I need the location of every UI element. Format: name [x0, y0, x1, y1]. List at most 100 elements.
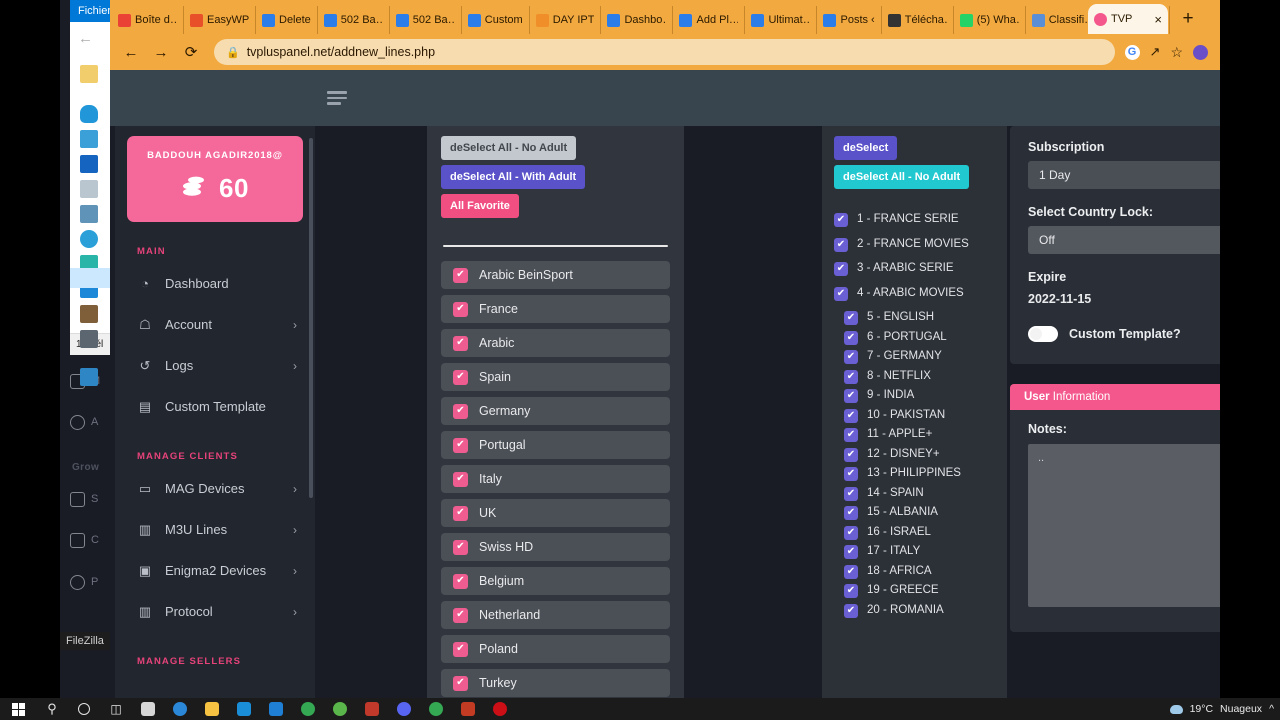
bouquets-button[interactable]: deSelect — [834, 136, 898, 160]
category-checkbox[interactable]: ✔ — [453, 369, 468, 385]
category-row[interactable]: ✔ France — [441, 295, 670, 323]
category-checkbox[interactable]: ✔ — [453, 641, 468, 657]
categories-button[interactable]: All Favorite — [441, 194, 519, 218]
music-icon[interactable] — [80, 230, 98, 248]
bouquet-row[interactable]: ✔ 15 - ALBANIA — [834, 505, 995, 521]
network-icon[interactable] — [80, 368, 98, 386]
documents-icon[interactable] — [80, 180, 98, 198]
bouquet-row[interactable]: ✔ 18 - AFRICA — [834, 564, 995, 580]
category-row[interactable]: ✔ Arabic — [441, 329, 670, 357]
bouquet-checkbox[interactable]: ✔ — [844, 506, 858, 521]
bouquet-row[interactable]: ✔ 7 - GERMANY — [834, 349, 995, 365]
windows-start-icon[interactable] — [0, 702, 36, 716]
bouquet-checkbox[interactable]: ✔ — [844, 330, 858, 345]
category-checkbox[interactable]: ✔ — [453, 403, 468, 419]
sidebar-item-dashboard[interactable]: ◔ Dashboard — [115, 263, 315, 304]
bouquet-row[interactable]: ✔ 13 - PHILIPPINES — [834, 466, 995, 482]
bouquet-checkbox[interactable]: ✔ — [844, 525, 858, 540]
bouquet-row[interactable]: ✔ 19 - GREECE — [834, 583, 995, 599]
bouquet-row[interactable]: ✔ 2 - FRANCE MOVIES — [834, 237, 995, 253]
category-row[interactable]: ✔ Belgium — [441, 567, 670, 595]
bouquet-checkbox[interactable]: ✔ — [844, 389, 858, 404]
bouquet-checkbox[interactable]: ✔ — [834, 262, 848, 277]
sidebar-item-mag-devices[interactable]: ▭ MAG Devices › — [115, 468, 315, 509]
local-disk-icon[interactable] — [80, 330, 98, 348]
custom-template-row[interactable]: Custom Template? — [1028, 326, 1220, 342]
new-tab-button[interactable]: + — [1178, 9, 1198, 29]
bouquet-row[interactable]: ✔ 3 - ARABIC SERIE — [834, 261, 995, 277]
taskbar-app[interactable] — [164, 698, 196, 720]
bookmark-item[interactable]: Add Pl… — [673, 6, 746, 34]
bouquet-row[interactable]: ✔ 11 - APPLE+ — [834, 427, 995, 443]
category-row[interactable]: ✔ Turkey — [441, 669, 670, 697]
taskbar-app[interactable] — [292, 698, 324, 720]
category-row[interactable]: ✔ Netherland — [441, 601, 670, 629]
bouquet-checkbox[interactable]: ✔ — [844, 311, 858, 326]
sidebar-item-enigma2-devices[interactable]: ▣ Enigma2 Devices › — [115, 550, 315, 591]
category-row[interactable]: ✔ UK — [441, 499, 670, 527]
this-pc-icon[interactable] — [80, 130, 98, 148]
bookmark-item[interactable]: 502 Ba… — [318, 6, 390, 34]
images-icon[interactable] — [80, 205, 98, 223]
category-checkbox[interactable]: ✔ — [453, 607, 468, 623]
sidebar-item-protocol[interactable]: ▥ Protocol › — [115, 591, 315, 632]
reload-icon[interactable]: ⟳ — [178, 39, 204, 65]
bouquet-checkbox[interactable]: ✔ — [844, 584, 858, 599]
close-icon[interactable]: × — [1154, 12, 1162, 27]
bouquet-checkbox[interactable]: ✔ — [844, 603, 858, 618]
custom-template-toggle[interactable] — [1028, 326, 1058, 342]
taskbar-app[interactable] — [452, 698, 484, 720]
back-arrow-icon[interactable]: ← — [118, 39, 144, 65]
videos-icon[interactable] — [80, 305, 98, 323]
bouquet-row[interactable]: ✔ 4 - ARABIC MOVIES — [834, 286, 995, 302]
bouquet-checkbox[interactable]: ✔ — [834, 213, 848, 227]
category-row[interactable]: ✔ Portugal — [441, 431, 670, 459]
profile-icon[interactable] — [1193, 44, 1208, 60]
taskbar-app[interactable] — [228, 698, 260, 720]
folder-icon[interactable] — [80, 65, 98, 83]
category-checkbox[interactable]: ✔ — [453, 471, 468, 487]
bookmark-item[interactable]: Delete — [256, 6, 318, 34]
category-row[interactable]: ✔ Arabic BeinSport — [441, 261, 670, 289]
bouquet-row[interactable]: ✔ 1 - FRANCE SERIE — [834, 212, 995, 228]
bookmark-item[interactable]: 502 Ba… — [390, 6, 462, 34]
taskbar-app[interactable] — [484, 698, 516, 720]
star-icon[interactable]: ☆ — [1170, 44, 1183, 61]
category-row[interactable]: ✔ Poland — [441, 635, 670, 663]
bookmark-item[interactable]: Télécha… — [882, 6, 954, 34]
bouquet-row[interactable]: ✔ 14 - SPAIN — [834, 486, 995, 502]
bouquet-checkbox[interactable]: ✔ — [844, 369, 858, 384]
bouquet-checkbox[interactable]: ✔ — [844, 564, 858, 579]
bouquet-row[interactable]: ✔ 5 - ENGLISH — [834, 310, 995, 326]
cortana-icon[interactable] — [68, 698, 100, 720]
taskbar-app[interactable] — [356, 698, 388, 720]
bouquet-row[interactable]: ✔ 9 - INDIA — [834, 388, 995, 404]
bouquet-row[interactable]: ✔ 6 - PORTUGAL — [834, 330, 995, 346]
notes-textarea[interactable] — [1028, 444, 1220, 607]
desktop-icon[interactable] — [80, 155, 98, 173]
bouquet-checkbox[interactable]: ✔ — [844, 408, 858, 423]
bouquet-checkbox[interactable]: ✔ — [834, 286, 848, 301]
bouquets-button[interactable]: deSelect All - No Adult — [834, 165, 970, 189]
bouquet-row[interactable]: ✔ 16 - ISRAEL — [834, 525, 995, 541]
category-checkbox[interactable]: ✔ — [453, 539, 468, 555]
bookmark-item[interactable]: (5) Wha… — [954, 6, 1026, 34]
category-row[interactable]: ✔ Swiss HD — [441, 533, 670, 561]
bouquet-row[interactable]: ✔ 17 - ITALY — [834, 544, 995, 560]
bookmark-item[interactable]: Ultimat… — [745, 6, 818, 34]
taskbar-app[interactable] — [388, 698, 420, 720]
bookmark-item[interactable]: Classifi… — [1026, 6, 1098, 34]
bouquet-checkbox[interactable]: ✔ — [844, 486, 858, 501]
bouquet-row[interactable]: ✔ 8 - NETFLIX — [834, 369, 995, 385]
browser-tab-active[interactable]: TVP × — [1088, 4, 1168, 34]
sidebar-item-logs[interactable]: ↺ Logs › — [115, 345, 315, 386]
category-checkbox[interactable]: ✔ — [453, 335, 468, 351]
bouquet-checkbox[interactable]: ✔ — [844, 350, 858, 365]
chevron-up-icon[interactable]: ^ — [1269, 703, 1274, 715]
bouquet-checkbox[interactable]: ✔ — [834, 237, 848, 252]
sidebar-item-custom-template[interactable]: ▤ Custom Template — [115, 386, 315, 427]
bouquet-row[interactable]: ✔ 10 - PAKISTAN — [834, 408, 995, 424]
hamburger-menu-icon[interactable] — [327, 91, 347, 105]
taskbar-app[interactable] — [196, 698, 228, 720]
bouquet-checkbox[interactable]: ✔ — [844, 467, 858, 482]
